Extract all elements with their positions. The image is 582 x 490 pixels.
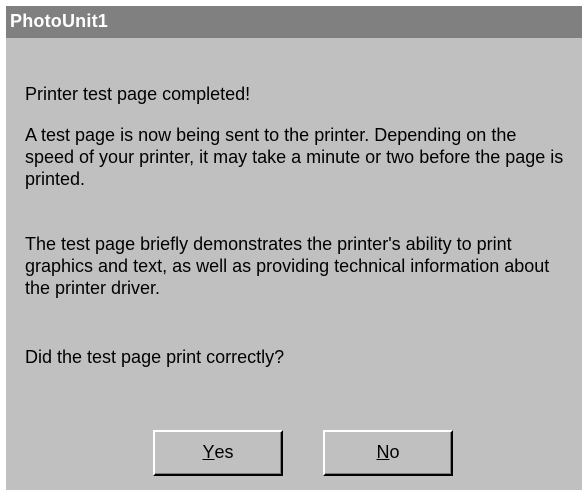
no-button[interactable]: No [323,430,453,476]
dialog-body: Printer test page completed! A test page… [6,38,582,490]
window-title: PhotoUnit1 [10,11,108,31]
message-heading: Printer test page completed! [25,84,251,104]
title-bar[interactable]: PhotoUnit1 [6,6,582,38]
no-button-mnemonic: N [376,442,390,462]
message-paragraph-2: The test page briefly demonstrates the p… [25,234,550,298]
yes-button-mnemonic: Y [202,442,215,462]
dialog-window: PhotoUnit1 Printer test page completed! … [0,0,582,490]
message-question: Did the test page print correctly? [25,347,285,367]
no-button-label: o [389,442,400,462]
yes-button-label: es [214,442,234,462]
message-paragraph-1: A test page is now being sent to the pri… [25,125,564,189]
yes-button[interactable]: Yes [153,430,283,476]
